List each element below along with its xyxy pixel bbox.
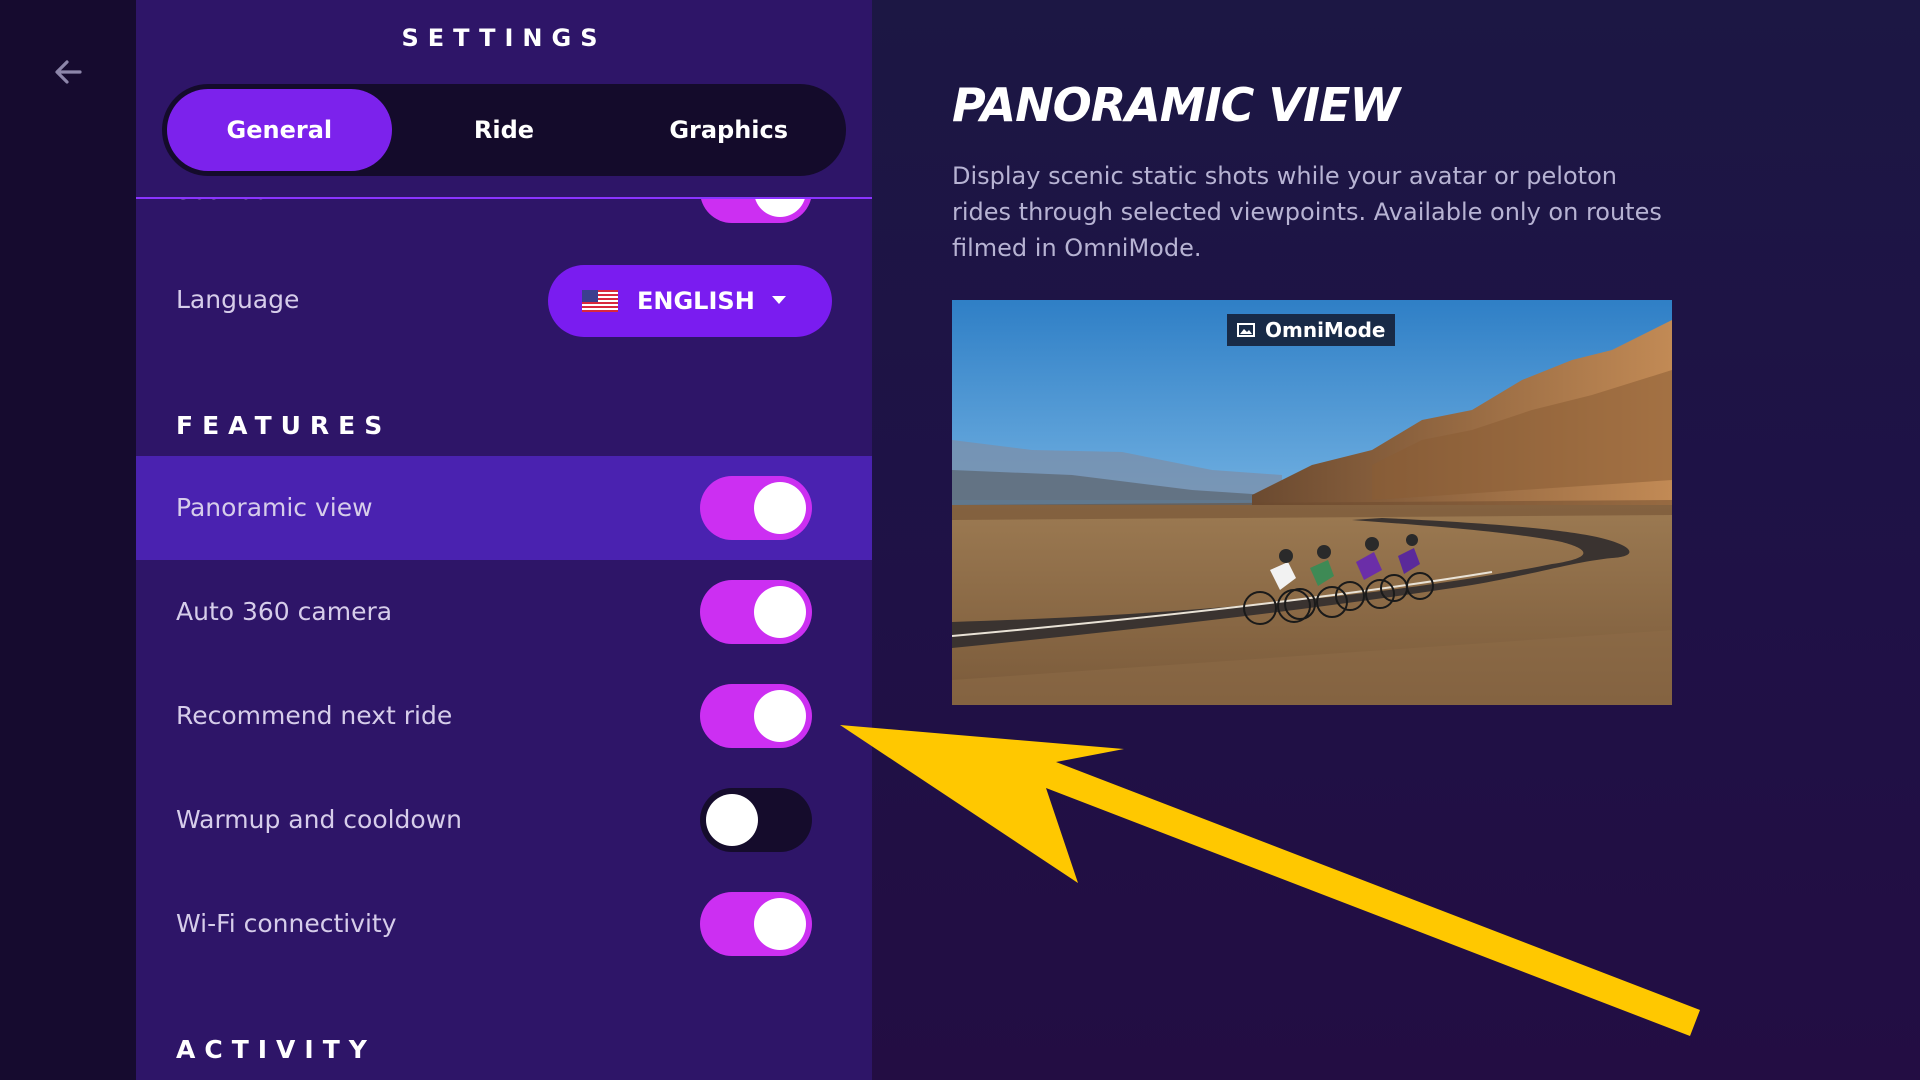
tab-graphics[interactable]: Graphics [616,89,841,171]
us-flag-icon [582,290,618,312]
setting-row-language: Language ENGLISH [136,199,872,404]
features-heading: FEATURES [176,411,392,440]
feature-label: Panoramic view [176,493,373,522]
image-icon [1237,323,1255,337]
chevron-down-icon [772,296,786,304]
feature-label: Wi-Fi connectivity [176,909,397,938]
warmup-and-cooldown-toggle[interactable] [700,788,812,852]
badge-label: OmniMode [1265,318,1386,342]
feature-row-recommend-next-ride[interactable]: Recommend next ride [136,664,872,768]
settings-panel: SETTINGS General Ride Graphics Sounds La… [136,0,872,1080]
feature-title: PANORAMIC VIEW [952,78,1400,132]
feature-label: Recommend next ride [176,701,453,730]
feature-row-panoramic-view[interactable]: Panoramic view [136,456,872,560]
feature-detail-panel: PANORAMIC VIEW Display scenic static sho… [872,0,1920,1080]
feature-description: Display scenic static shots while your a… [952,162,1662,262]
feature-row-wifi-connectivity[interactable]: Wi-Fi connectivity [136,872,872,976]
toggle-knob [754,482,806,534]
language-dropdown[interactable]: ENGLISH [548,265,832,337]
arrow-left-icon [55,60,82,84]
desert-road-cyclists-image [952,300,1672,705]
omnimode-badge: OmniMode [1227,314,1396,346]
feature-label: Warmup and cooldown [176,805,463,834]
toggle-knob [754,690,806,742]
wifi-connectivity-toggle[interactable] [700,892,812,956]
tab-ride[interactable]: Ride [392,89,617,171]
toggle-knob [754,898,806,950]
panoramic-view-toggle[interactable] [700,476,812,540]
toggle-knob [706,794,758,846]
feature-label: Auto 360 camera [176,597,393,626]
auto-360-camera-toggle[interactable] [700,580,812,644]
tab-general[interactable]: General [167,89,392,171]
left-rail [0,0,136,1080]
recommend-next-ride-toggle[interactable] [700,684,812,748]
activity-heading: ACTIVITY [176,1035,376,1064]
settings-tabs: General Ride Graphics [162,84,846,176]
feature-row-auto-360-camera[interactable]: Auto 360 camera [136,560,872,664]
feature-preview-image: OmniMode [952,300,1672,705]
settings-title: SETTINGS [401,24,607,52]
feature-row-warmup-and-cooldown[interactable]: Warmup and cooldown [136,768,872,872]
back-button[interactable] [48,52,88,92]
settings-scroll-area[interactable]: Sounds Language ENGLISH [136,199,872,1080]
language-value: ENGLISH [637,287,755,315]
toggle-knob [754,586,806,638]
setting-label: Language [176,285,300,314]
